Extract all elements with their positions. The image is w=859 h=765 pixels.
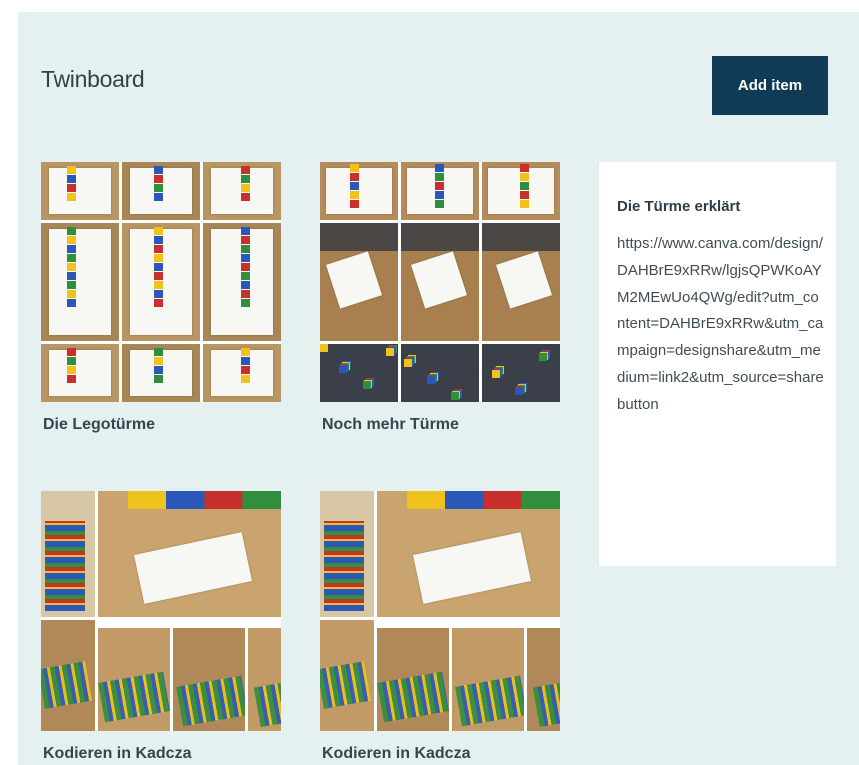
photo-tile xyxy=(377,491,560,617)
photo-tile xyxy=(482,344,560,402)
board-title: Twinboard xyxy=(41,66,145,92)
card-caption: Die Legotürme xyxy=(43,416,156,433)
card-collage-image xyxy=(320,162,560,402)
card-noch-mehr-tuerme[interactable]: Noch mehr Türme xyxy=(320,162,560,433)
photo-tile xyxy=(401,223,479,341)
note-link[interactable]: https://www.canva.com/design/DAHBrE9xRRw… xyxy=(617,231,827,419)
card-caption: Noch mehr Türme xyxy=(322,416,459,433)
photo-tile xyxy=(248,628,281,731)
note-title: Die Türme erklärt xyxy=(617,198,741,215)
photo-tile xyxy=(203,162,281,220)
photo-tile xyxy=(377,628,449,731)
photo-tile xyxy=(41,620,95,731)
photo-tile xyxy=(203,223,281,341)
card-caption: Kodieren in Kadcza xyxy=(43,745,192,762)
photo-tile xyxy=(122,223,200,341)
board: Twinboard Add item Die Legotürme Noch me… xyxy=(18,12,859,765)
photo-tile xyxy=(320,162,398,220)
card-collage-image xyxy=(320,491,560,731)
card-kodieren-1[interactable]: Kodieren in Kadcza xyxy=(41,491,281,762)
photo-tile xyxy=(98,491,281,617)
photo-tile xyxy=(122,344,200,402)
note-card-tuerme-erklaert[interactable]: Die Türme erklärt https://www.canva.com/… xyxy=(599,162,836,566)
photo-tile xyxy=(320,620,374,731)
photo-tile xyxy=(401,344,479,402)
photo-tile xyxy=(122,162,200,220)
card-caption: Kodieren in Kadcza xyxy=(322,745,471,762)
photo-tile xyxy=(98,628,170,731)
card-collage-image xyxy=(41,162,281,402)
add-item-button[interactable]: Add item xyxy=(712,56,828,115)
photo-tile xyxy=(452,628,524,731)
card-kodieren-2[interactable]: Kodieren in Kadcza xyxy=(320,491,560,762)
card-collage-image xyxy=(41,491,281,731)
card-legotuerme[interactable]: Die Legotürme xyxy=(41,162,281,433)
photo-tile xyxy=(320,223,398,341)
photo-tile xyxy=(320,491,374,617)
photo-tile xyxy=(401,162,479,220)
photo-tile xyxy=(41,162,119,220)
photo-tile xyxy=(527,628,560,731)
photo-tile xyxy=(41,344,119,402)
photo-tile xyxy=(41,223,119,341)
photo-tile xyxy=(41,491,95,617)
photo-tile xyxy=(173,628,245,731)
photo-tile xyxy=(203,344,281,402)
photo-tile xyxy=(320,344,398,402)
photo-tile xyxy=(482,162,560,220)
photo-tile xyxy=(482,223,560,341)
